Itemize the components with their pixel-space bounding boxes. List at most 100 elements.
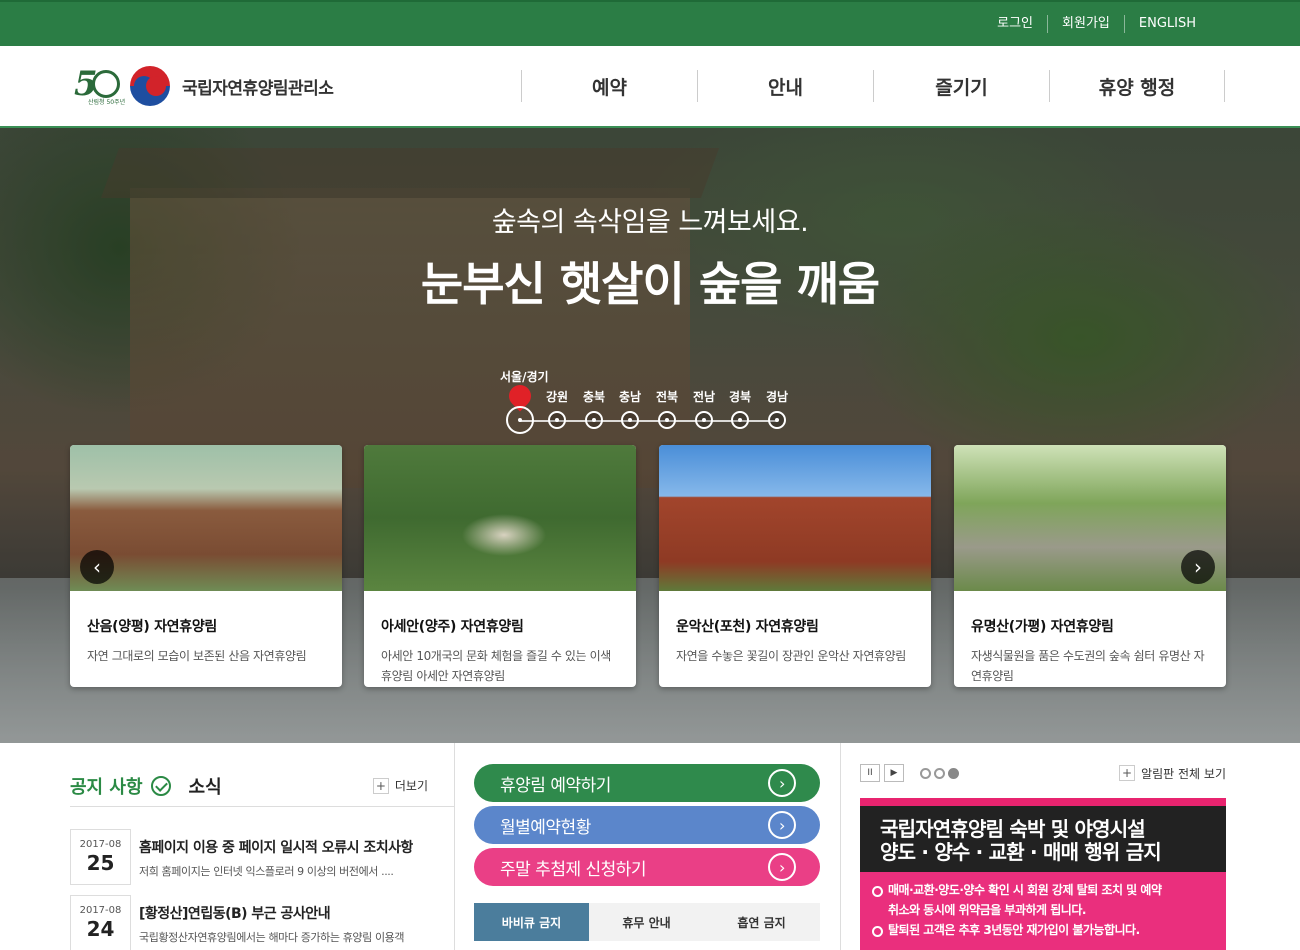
page-dot[interactable] <box>920 767 931 779</box>
forest-card-description: 자연을 수놓은 꽃길이 장관인 운악산 자연휴양림 <box>676 649 906 663</box>
50th-anniversary-emblem: 5 산림청 50주년 <box>74 64 126 106</box>
utility-links: 로그인 회원가입 ENGLISH <box>983 15 1210 33</box>
post-year-month: 2017-08 <box>79 905 122 916</box>
weekend-lottery-apply-button[interactable]: 주말 추첨제 신청하기 › <box>474 848 820 886</box>
forest-card-description: 자연 그대로의 모습이 보존된 산음 자연휴양림 <box>87 649 307 663</box>
forest-card-title: 아세안(양주) 자연휴양림 <box>381 619 524 635</box>
column-divider <box>840 743 841 950</box>
slide-pagination <box>920 767 962 779</box>
region-dot <box>768 411 786 429</box>
forest-card-title: 운악산(포천) 자연휴양림 <box>676 619 819 635</box>
signup-link[interactable]: 회원가입 <box>1048 15 1124 33</box>
region-jeonnam[interactable]: 전남 <box>684 368 724 429</box>
more-label: 더보기 <box>394 779 428 793</box>
bottom-section: 공지 사항 소식 + 더보기 2017-08 25 홈페이지 이용 중 페이지 … <box>0 743 1300 950</box>
region-gyeongnam[interactable]: 경남 <box>757 368 797 429</box>
quick-links-panel: 휴양림 예약하기 › 월별예약현황 › 주말 추첨제 신청하기 › 바비큐 금지… <box>474 764 820 941</box>
site-logo[interactable]: 5 산림청 50주년 국립자연휴양림관리소 <box>74 64 334 106</box>
region-dot <box>585 411 603 429</box>
tab-notice[interactable]: 공지 사항 <box>70 773 143 799</box>
forest-card-carousel: 산음(양평) 자연휴양림 자연 그대로의 모습이 보존된 산음 자연휴양림 아세… <box>70 445 1226 687</box>
hero-banner: 숲속의 속삭임을 느껴보세요. 눈부신 햇살이 숲을 깨움 서울/경기 강원 충… <box>0 128 1300 743</box>
nav-reservation[interactable]: 예약 <box>521 70 697 102</box>
more-button[interactable]: + 더보기 <box>372 777 428 794</box>
region-chungnam[interactable]: 충남 <box>610 368 650 429</box>
nav-guide[interactable]: 안내 <box>697 70 873 102</box>
post-summary: 국립황정산자연휴양림에서는 해마다 증가하는 휴양림 이용객 <box>139 931 405 944</box>
region-selector: 서울/경기 강원 충북 충남 전북 전남 경북 경남 <box>500 368 800 438</box>
post-summary: 저희 홈페이지는 인터넷 익스플로러 9 이상의 버전에서 .... <box>139 865 394 878</box>
forest-card-description: 아세안 10개국의 문화 체험을 즐길 수 있는 이색 휴양림 아세안 자연휴양… <box>381 649 611 683</box>
banner-text: 매매·교환·양도·양수 확인 시 회원 강제 탈퇴 조치 및 예약 <box>860 880 1226 900</box>
arrow-right-circle-icon: › <box>768 853 796 881</box>
forest-photo-unaksan <box>659 445 931 591</box>
carousel-next-button[interactable]: › <box>1181 550 1215 584</box>
organization-name: 국립자연휴양림관리소 <box>182 78 334 99</box>
banner-title: 국립자연휴양림 숙박 및 야영시설 양도 · 양수 · 교환 · 매매 행위 금… <box>860 806 1226 872</box>
hero-subtitle: 숲속의 속삭임을 느껴보세요. <box>491 207 809 238</box>
carousel-prev-button[interactable]: ‹ <box>80 550 114 584</box>
main-navigation: 예약 안내 즐기기 휴양 행정 <box>521 70 1225 102</box>
tab-closed-days[interactable]: 휴무 안내 <box>589 903 704 941</box>
region-jeonbuk[interactable]: 전북 <box>647 368 687 429</box>
arrow-right-circle-icon: › <box>768 811 796 839</box>
banner-text: 탈퇴된 고객은 추후 3년동안 재가입이 불가능합니다. <box>860 920 1226 940</box>
arrow-right-circle-icon: › <box>768 769 796 797</box>
forest-card-title: 산음(양평) 자연휴양림 <box>87 619 217 635</box>
hero-title: 눈부신 햇살이 숲을 깨움 <box>420 257 880 311</box>
region-seoul-gyeonggi[interactable]: 서울/경기 <box>500 368 549 434</box>
post-day: 24 <box>86 917 115 941</box>
banner-text: 취소와 동시에 위약금을 부과하게 됩니다. <box>888 903 1086 917</box>
page-dot[interactable] <box>934 767 945 779</box>
post-day: 25 <box>86 851 115 875</box>
emblem-caption: 산림청 50주년 <box>88 99 126 106</box>
region-dot <box>731 411 749 429</box>
post-title: 홈페이지 이용 중 페이지 일시적 오류시 조치사항 <box>139 840 413 856</box>
view-all-bulletin-button[interactable]: + 알림판 전체 보기 <box>1119 765 1226 782</box>
bulletin-banner[interactable]: 국립자연휴양림 숙박 및 야영시설 양도 · 양수 · 교환 · 매매 행위 금… <box>860 798 1226 950</box>
region-dot <box>548 411 566 429</box>
region-chungbuk[interactable]: 충북 <box>574 368 614 429</box>
post-date: 2017-08 25 <box>70 829 131 885</box>
play-button[interactable]: ▶ <box>884 764 904 782</box>
site-header: 5 산림청 50주년 국립자연휴양림관리소 예약 안내 즐기기 휴양 행정 <box>0 46 1300 128</box>
government-emblem-icon <box>130 66 170 106</box>
notice-tabs: 공지 사항 소식 + 더보기 <box>70 773 454 807</box>
slider-controls: II ▶ + 알림판 전체 보기 <box>860 764 1226 782</box>
region-dot <box>658 411 676 429</box>
view-all-label: 알림판 전체 보기 <box>1141 766 1226 781</box>
check-circle-icon <box>150 775 171 796</box>
region-dot <box>506 406 534 434</box>
login-link[interactable]: 로그인 <box>983 15 1047 33</box>
region-gangwon[interactable]: 강원 <box>537 368 577 429</box>
post-title: [황정산]연립동(B) 부근 공사안내 <box>139 906 331 922</box>
top-utility-bar: 로그인 회원가입 ENGLISH <box>0 0 1300 46</box>
region-dot <box>695 411 713 429</box>
bulletin-board-panel: II ▶ + 알림판 전체 보기 국립자연휴양림 숙박 및 야영시설 양도 · … <box>860 764 1226 950</box>
notice-item[interactable]: 2017-08 24 [황정산]연립동(B) 부근 공사안내 국립황정산자연휴양… <box>70 895 454 950</box>
tab-no-smoking[interactable]: 흡연 금지 <box>704 903 819 941</box>
column-divider <box>454 743 455 950</box>
rules-tabs: 바비큐 금지 휴무 안내 흡연 금지 <box>474 903 820 941</box>
forest-card[interactable]: 운악산(포천) 자연휴양림 자연을 수놓은 꽃길이 장관인 운악산 자연휴양림 <box>659 445 931 687</box>
post-year-month: 2017-08 <box>79 839 122 850</box>
monthly-reservation-status-button[interactable]: 월별예약현황 › <box>474 806 820 844</box>
notice-panel: 공지 사항 소식 + 더보기 2017-08 25 홈페이지 이용 중 페이지 … <box>70 773 454 950</box>
forest-card-title: 유명산(가평) 자연휴양림 <box>971 619 1114 635</box>
plus-icon: + <box>1119 765 1136 781</box>
tab-no-barbecue[interactable]: 바비큐 금지 <box>474 903 589 941</box>
region-dot <box>621 411 639 429</box>
plus-icon: + <box>372 777 389 794</box>
forest-photo-asean <box>364 445 636 591</box>
nav-enjoy[interactable]: 즐기기 <box>873 70 1049 102</box>
pause-button[interactable]: II <box>860 764 880 782</box>
forest-card[interactable]: 아세안(양주) 자연휴양림 아세안 10개국의 문화 체험을 즐길 수 있는 이… <box>364 445 636 687</box>
tab-news[interactable]: 소식 <box>189 773 222 799</box>
page-dot-active[interactable] <box>948 767 959 779</box>
nav-administration[interactable]: 휴양 행정 <box>1049 70 1225 102</box>
english-link[interactable]: ENGLISH <box>1125 15 1210 33</box>
region-gyeongbuk[interactable]: 경북 <box>720 368 760 429</box>
post-date: 2017-08 24 <box>70 895 131 950</box>
notice-item[interactable]: 2017-08 25 홈페이지 이용 중 페이지 일시적 오류시 조치사항 저희… <box>70 829 454 885</box>
reserve-forest-button[interactable]: 휴양림 예약하기 › <box>474 764 820 802</box>
